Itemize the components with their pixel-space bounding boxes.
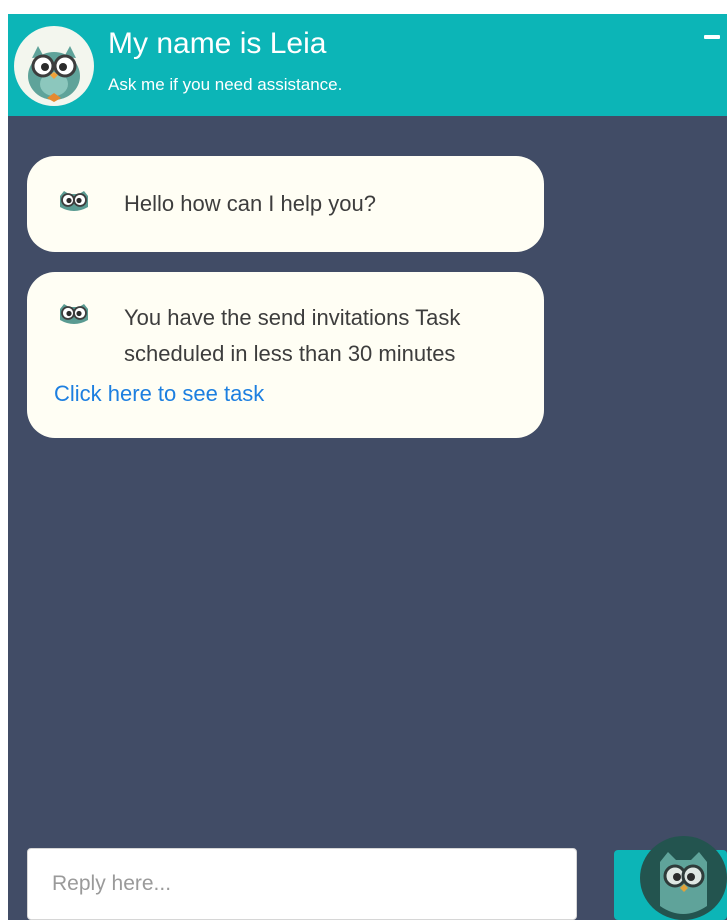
owl-icon xyxy=(57,302,91,326)
header-title: My name is Leia xyxy=(108,27,327,60)
bot-message: Hello how can I help you? xyxy=(27,156,544,252)
message-text: You have the send invitations Task sched… xyxy=(124,305,461,366)
chatbot-launcher[interactable] xyxy=(640,836,727,920)
reply-input[interactable] xyxy=(27,848,577,920)
bot-message: You have the send invitations Task sched… xyxy=(27,272,544,438)
chat-window: My name is Leia Ask me if you need assis… xyxy=(8,14,727,920)
chat-header: My name is Leia Ask me if you need assis… xyxy=(8,14,727,116)
see-task-link[interactable]: Click here to see task xyxy=(54,376,264,412)
minimize-icon xyxy=(704,35,720,39)
minimize-button[interactable] xyxy=(701,24,723,46)
message-list: Hello how can I help you? You have the s… xyxy=(8,116,727,836)
header-subtitle: Ask me if you need assistance. xyxy=(108,75,343,94)
owl-icon xyxy=(14,26,94,106)
owl-icon xyxy=(57,189,91,213)
owl-icon xyxy=(660,852,707,914)
message-text: Hello how can I help you? xyxy=(124,191,376,216)
